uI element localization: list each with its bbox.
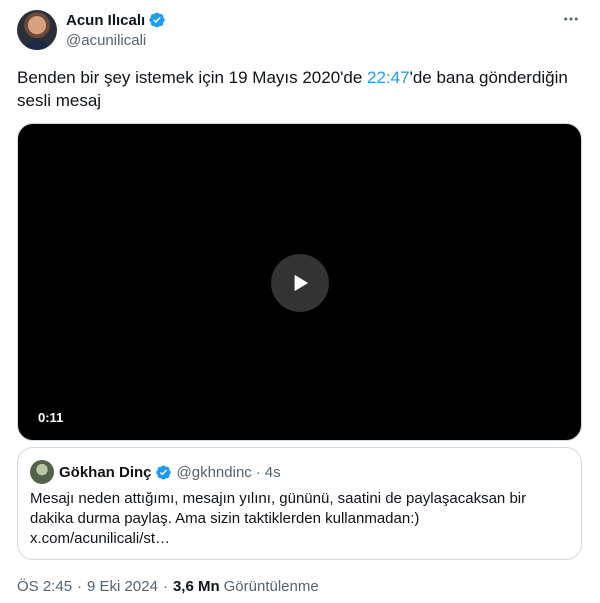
tweet-time-link[interactable]: 22:47 — [367, 68, 410, 87]
tweet-text: Benden bir şey istemek için 19 Mayıs 202… — [17, 66, 587, 112]
quote-text-line: dakika durma paylaş. Ama sizin taktikler… — [30, 510, 420, 527]
quoted-tweet[interactable]: Gökhan Dinç @gkhndinc · 4s Mesajı neden … — [17, 447, 582, 560]
quote-author-handle: @gkhndinc — [176, 463, 252, 481]
tweet-date[interactable]: 9 Eki 2024 — [87, 578, 158, 595]
tweet-time[interactable]: ÖS 2:45 — [17, 578, 72, 595]
quote-avatar — [30, 460, 54, 484]
author-name[interactable]: Acun Ilıcalı — [66, 12, 145, 29]
quote-time: 4s — [264, 463, 281, 481]
author-avatar[interactable] — [17, 10, 57, 50]
quote-text: Mesajı neden attığımı, mesajın yılını, g… — [30, 489, 560, 549]
quote-author-name: Gökhan Dinç — [59, 463, 152, 481]
play-icon — [294, 274, 309, 292]
quote-link[interactable]: x.com/acunilicali/st… — [30, 529, 560, 549]
views-count: 3,6 Mn — [172, 578, 220, 595]
verified-badge-icon — [149, 12, 165, 28]
meta-separator: · — [77, 578, 83, 595]
video-player[interactable]: 0:11 — [17, 123, 582, 441]
tweet-meta: ÖS 2:45 · 9 Eki 2024 · 3,6 Mn Görüntülen… — [17, 578, 319, 595]
views-label: Görüntülenme — [223, 578, 319, 595]
tweet-text-before: Benden bir şey istemek için 19 Mayıs 202… — [17, 68, 368, 87]
author-handle[interactable]: @acunilicali — [66, 32, 146, 49]
play-button[interactable] — [271, 254, 329, 312]
quote-text-line: Mesajı neden attığımı, mesajın yılını, g… — [30, 490, 527, 507]
verified-badge-icon — [155, 465, 171, 479]
author-name-row: Acun Ilıcalı — [66, 10, 166, 30]
quote-header: Gökhan Dinç @gkhndinc · 4s — [59, 462, 281, 482]
meta-separator: · — [162, 578, 168, 595]
more-options-icon[interactable] — [562, 10, 580, 28]
quote-separator: · — [255, 463, 261, 481]
video-duration: 0:11 — [38, 410, 64, 425]
